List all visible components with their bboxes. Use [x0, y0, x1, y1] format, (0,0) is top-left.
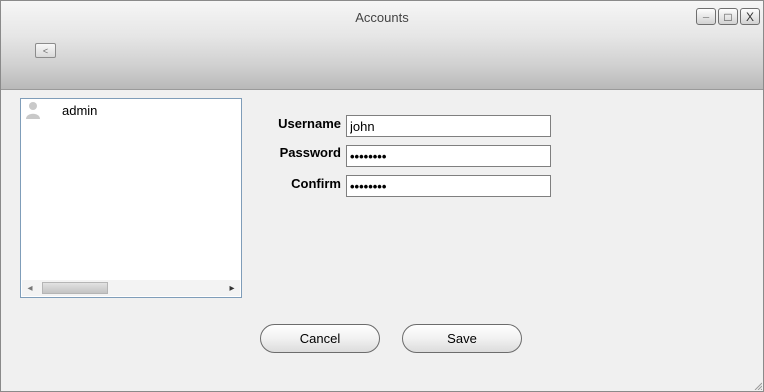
password-label: Password [279, 145, 341, 160]
close-icon: X [745, 9, 754, 24]
scroll-left-icon: ◂ [27, 282, 33, 294]
cancel-button[interactable]: Cancel [260, 324, 380, 353]
resize-grip-icon[interactable] [754, 382, 762, 390]
confirm-label: Confirm [291, 176, 341, 191]
maximize-button[interactable]: □ [718, 8, 738, 25]
horizontal-scrollbar[interactable]: ◂ ▸ [22, 280, 240, 296]
window-controls: _ □ X [696, 8, 760, 25]
minimize-icon: _ [702, 7, 710, 19]
scroll-thumb[interactable] [42, 282, 108, 294]
list-item-label: admin [62, 103, 98, 118]
close-button[interactable]: X [740, 8, 760, 25]
maximize-icon: □ [724, 9, 732, 24]
scroll-right-icon: ▸ [229, 282, 235, 294]
title-bar[interactable]: Accounts _ □ X < [1, 1, 763, 90]
username-field[interactable] [346, 115, 551, 137]
user-icon [26, 102, 40, 119]
list-item-admin[interactable]: admin [21, 99, 241, 121]
username-label: Username [278, 116, 341, 131]
scroll-right-button[interactable]: ▸ [224, 280, 240, 296]
accounts-list[interactable]: admin ◂ ▸ [20, 98, 242, 298]
password-field[interactable] [346, 145, 551, 167]
save-button[interactable]: Save [402, 324, 522, 353]
window-title: Accounts [355, 10, 409, 25]
scroll-left-button[interactable]: ◂ [22, 280, 38, 296]
confirm-password-field[interactable] [346, 175, 551, 197]
chevron-left-icon: < [42, 45, 49, 56]
minimize-button[interactable]: _ [696, 8, 716, 25]
accounts-window: Accounts _ □ X < admin ◂ ▸ Username john… [0, 0, 764, 392]
back-button[interactable]: < [35, 43, 56, 58]
